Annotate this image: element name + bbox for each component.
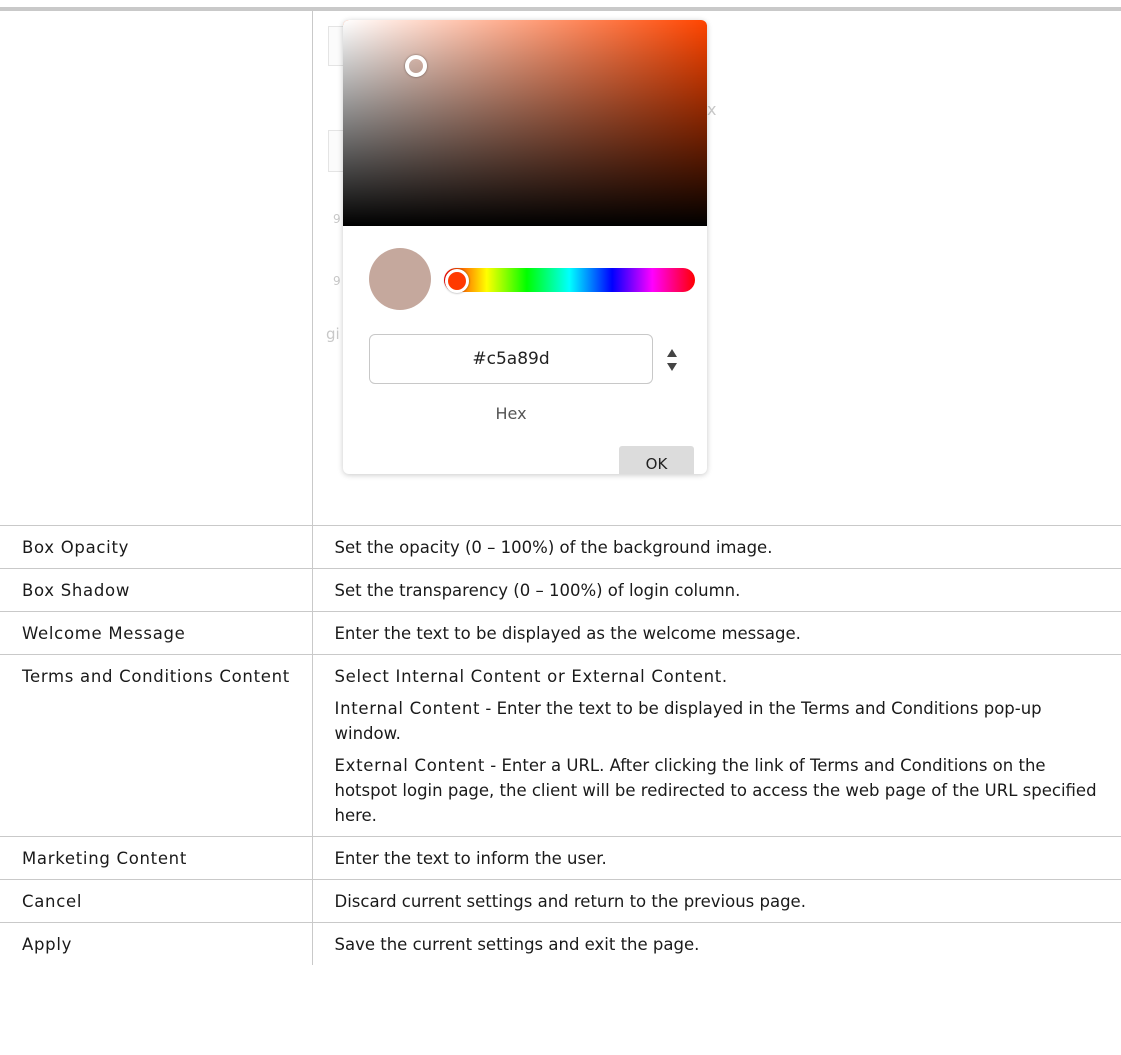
hex-label: Hex xyxy=(495,404,527,423)
option-text: Save the current settings and exit the p… xyxy=(334,935,700,954)
table-row: Marketing Content Enter the text to infor… xyxy=(0,836,1121,880)
saturation-handle[interactable] xyxy=(405,55,427,77)
description-paragraph: Enter the text to inform the user. xyxy=(335,846,1102,871)
option-text: Set the transparency (0 – 100%) of login… xyxy=(334,581,741,600)
background-text: 9 xyxy=(333,274,341,288)
table-row: Apply Save the current settings and exit … xyxy=(0,922,1121,965)
setting-name: Box Shadow xyxy=(0,568,313,612)
hex-input[interactable] xyxy=(369,334,653,384)
settings-description-table: Box Opacity Set the opacity (0 – 100%) of… xyxy=(0,525,1121,965)
setting-description: Enter the text to be displayed as the we… xyxy=(312,611,1121,655)
setting-name: Welcome Message xyxy=(0,611,313,655)
color-picker-popup: Hex OK xyxy=(343,20,707,474)
setting-name: Box Opacity xyxy=(0,525,313,569)
background-text: gi xyxy=(326,325,340,343)
setting-description: Discard current settings and return to t… xyxy=(312,879,1121,923)
color-swatch xyxy=(369,248,431,310)
setting-description: Set the opacity (0 – 100%) of the backgr… xyxy=(312,525,1121,569)
option-term: Internal Content xyxy=(334,699,481,718)
hue-slider[interactable] xyxy=(444,268,695,292)
description-paragraph: Set the transparency (0 – 100%) of login… xyxy=(335,578,1102,603)
table-row: Box Shadow Set the transparency (0 – 100%… xyxy=(0,568,1121,612)
hue-slider-handle[interactable] xyxy=(445,269,469,293)
option-text: Set the opacity (0 – 100%) of the backgr… xyxy=(334,538,773,557)
option-term: Select Internal Content or External Cont… xyxy=(334,667,728,686)
description-paragraph: Set the opacity (0 – 100%) of the backgr… xyxy=(335,535,1102,560)
table-row: Welcome Message Enter the text to be disp… xyxy=(0,611,1121,655)
background-text: 9 xyxy=(333,212,341,226)
description-paragraph: Save the current settings and exit the p… xyxy=(335,932,1102,957)
format-toggle-icon[interactable] xyxy=(665,347,679,373)
table-row: Cancel Discard current settings and retur… xyxy=(0,879,1121,923)
description-paragraph: Internal Content - Enter the text to be … xyxy=(335,696,1102,746)
description-paragraph: Discard current settings and return to t… xyxy=(335,889,1102,914)
setting-description: Set the transparency (0 – 100%) of login… xyxy=(312,568,1121,612)
setting-description: Enter the text to inform the user. xyxy=(312,836,1121,880)
top-rule xyxy=(0,7,1121,11)
table-body: Box Opacity Set the opacity (0 – 100%) of… xyxy=(0,525,1121,965)
saturation-area[interactable] xyxy=(343,20,707,226)
option-text: Discard current settings and return to t… xyxy=(334,892,806,911)
option-text: Enter the text to be displayed as the we… xyxy=(334,624,801,643)
option-text: Enter the text to inform the user. xyxy=(334,849,607,868)
option-term: External Content xyxy=(334,756,486,775)
description-paragraph: Select Internal Content or External Cont… xyxy=(335,664,1102,689)
description-paragraph: Enter the text to be displayed as the we… xyxy=(335,621,1102,646)
table-row: Terms and Conditions Content Select Inter… xyxy=(0,654,1121,837)
table-row: Box Opacity Set the opacity (0 – 100%) of… xyxy=(0,525,1121,569)
setting-name: Cancel xyxy=(0,879,313,923)
setting-name: Apply xyxy=(0,922,313,965)
description-paragraph: External Content - Enter a URL. After cl… xyxy=(335,753,1102,828)
column-divider xyxy=(312,11,313,525)
setting-name: Marketing Content xyxy=(0,836,313,880)
ok-button[interactable]: OK xyxy=(619,446,694,474)
background-text: x xyxy=(707,100,717,119)
setting-description: Save the current settings and exit the p… xyxy=(312,922,1121,965)
setting-name: Terms and Conditions Content xyxy=(0,654,313,837)
setting-description: Select Internal Content or External Cont… xyxy=(312,654,1121,837)
